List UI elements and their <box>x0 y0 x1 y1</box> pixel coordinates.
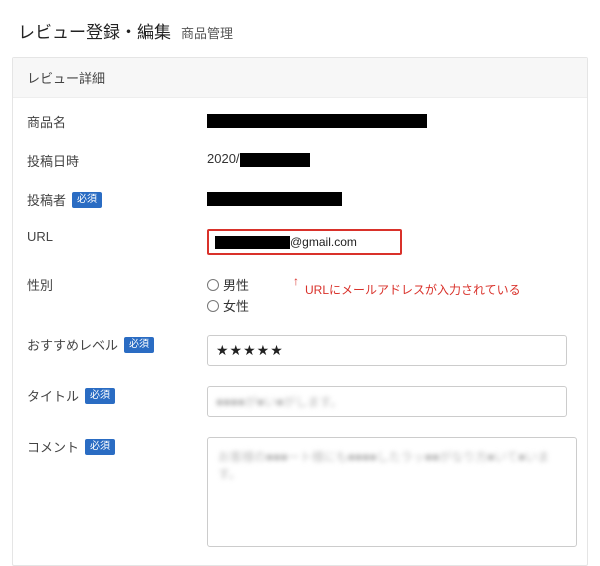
required-badge: 必須 <box>124 337 154 353</box>
page-header: レビュー登録・編集 商品管理 <box>0 0 600 57</box>
radio-label: 男性 <box>223 275 249 294</box>
url-suffix: @gmail.com <box>290 235 357 249</box>
radio-label: 女性 <box>223 296 249 315</box>
label-title: タイトル 必須 <box>27 386 207 405</box>
blurred-title-text: ■■■■が■い■がします。 <box>216 395 342 409</box>
required-badge: 必須 <box>72 192 102 208</box>
label-text: コメント <box>27 437 79 456</box>
redacted-poster <box>207 192 342 206</box>
value-poster <box>207 190 573 206</box>
review-detail-panel: レビュー詳細 商品名 投稿日時 2020/ 投稿者 必須 <box>12 57 588 566</box>
comment-textarea[interactable]: お客様の■■■ート様にも■■■■したラッ■■がなり方■いて■います。 <box>207 437 577 547</box>
value-title: ■■■■が■い■がします。 <box>207 386 573 417</box>
label-text: タイトル <box>27 386 79 405</box>
title-input[interactable]: ■■■■が■い■がします。 <box>207 386 567 417</box>
value-recommend: ★★★★★ <box>207 335 573 366</box>
radio-icon <box>207 300 219 312</box>
label-text: 投稿者 <box>27 190 66 209</box>
review-form: 商品名 投稿日時 2020/ 投稿者 必須 URL <box>13 98 587 565</box>
value-product-name <box>207 112 573 128</box>
row-title: タイトル 必須 ■■■■が■い■がします。 <box>13 376 587 427</box>
page-subtitle: 商品管理 <box>181 23 233 42</box>
label-product-name: 商品名 <box>27 112 207 131</box>
row-comment: コメント 必須 お客様の■■■ート様にも■■■■したラッ■■がなり方■いて■いま… <box>13 427 587 557</box>
value-posted-at: 2020/ <box>207 151 573 167</box>
label-poster: 投稿者 必須 <box>27 190 207 209</box>
label-text: 商品名 <box>27 112 66 131</box>
gender-female-radio[interactable]: 女性 <box>207 296 573 315</box>
url-input[interactable]: @gmail.com <box>207 229 402 255</box>
label-text: おすすめレベル <box>27 335 118 354</box>
label-url: URL <box>27 229 207 244</box>
row-posted-at: 投稿日時 2020/ <box>13 141 587 180</box>
radio-icon <box>207 279 219 291</box>
label-gender: 性別 <box>27 275 207 294</box>
blurred-comment-text: お客様の■■■ート様にも■■■■したラッ■■がなり方■いて■います。 <box>218 450 549 481</box>
redacted-url-local <box>215 236 290 249</box>
annotation-text: URLにメールアドレスが入力されている <box>305 282 521 299</box>
redacted-posted-at <box>240 153 310 167</box>
value-gender: ↑ URLにメールアドレスが入力されている 男性 女性 <box>207 275 573 315</box>
label-text: 性別 <box>27 275 53 294</box>
page-title: レビュー登録・編集 <box>18 18 171 43</box>
label-recommend: おすすめレベル 必須 <box>27 335 207 354</box>
required-badge: 必須 <box>85 439 115 455</box>
redacted-product-name <box>207 114 427 128</box>
required-badge: 必須 <box>85 388 115 404</box>
row-product-name: 商品名 <box>13 102 587 141</box>
value-url: @gmail.com <box>207 229 573 255</box>
row-url: URL @gmail.com <box>13 219 587 265</box>
label-text: 投稿日時 <box>27 151 79 170</box>
label-text: URL <box>27 229 53 244</box>
posted-at-prefix: 2020/ <box>207 151 240 166</box>
row-recommend: おすすめレベル 必須 ★★★★★ <box>13 325 587 376</box>
stars-display: ★★★★★ <box>216 342 284 358</box>
annotation-arrow: ↑ <box>293 273 299 290</box>
value-comment: お客様の■■■ート様にも■■■■したラッ■■がなり方■いて■います。 <box>207 437 577 547</box>
label-comment: コメント 必須 <box>27 437 207 456</box>
panel-title: レビュー詳細 <box>13 58 587 98</box>
row-gender: 性別 ↑ URLにメールアドレスが入力されている 男性 女性 <box>13 265 587 325</box>
recommend-select[interactable]: ★★★★★ <box>207 335 567 366</box>
row-poster: 投稿者 必須 <box>13 180 587 219</box>
label-posted-at: 投稿日時 <box>27 151 207 170</box>
